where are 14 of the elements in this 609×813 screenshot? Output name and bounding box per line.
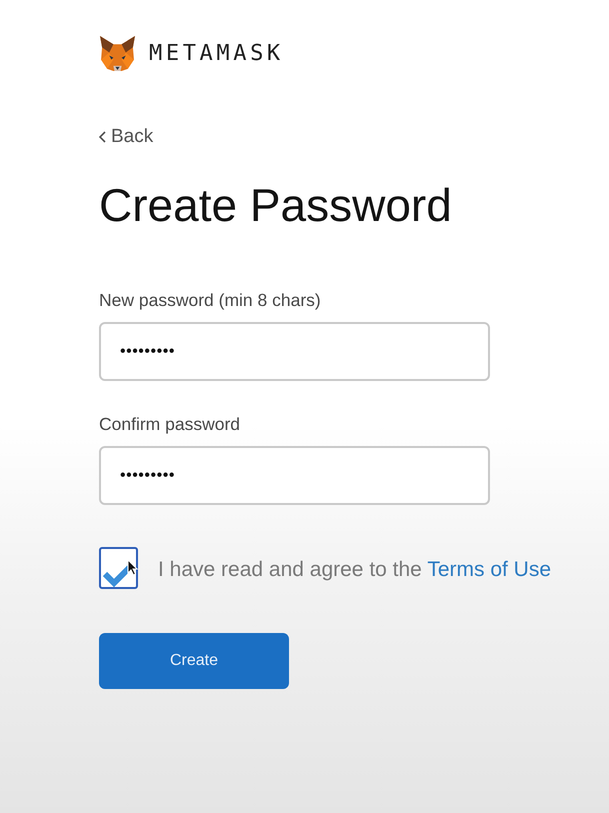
create-button[interactable]: Create — [99, 633, 289, 690]
page-title: Create Password — [99, 178, 452, 233]
fox-logo-icon — [99, 35, 136, 72]
terms-agreement-text: I have read and agree to the Terms of Use — [158, 556, 552, 582]
mouse-pointer-icon — [127, 559, 138, 576]
chevron-left-icon — [99, 131, 106, 143]
brand-wordmark: METAMASK — [149, 41, 284, 66]
password-field[interactable]: ••••••••• — [99, 322, 490, 382]
back-link[interactable]: Back — [99, 126, 154, 148]
field-label: Confirm password — [99, 414, 240, 436]
field-label: New password (min 8 chars) — [99, 290, 321, 312]
terms-of-use-link[interactable]: Terms of Use — [427, 558, 552, 581]
terms-checkbox[interactable] — [99, 547, 138, 590]
password-field[interactable]: ••••••••• — [99, 446, 490, 506]
